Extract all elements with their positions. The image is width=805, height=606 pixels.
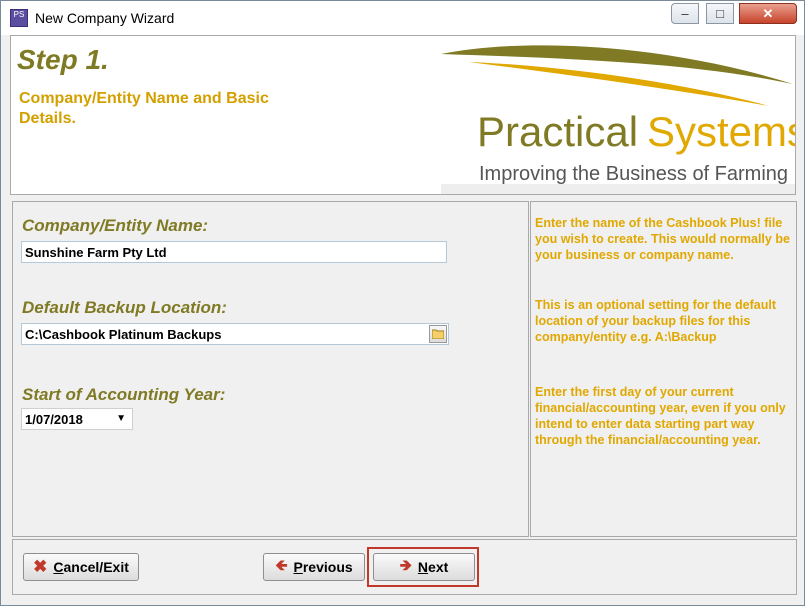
backup-location-input[interactable]: [21, 323, 449, 345]
cancel-icon: ✖: [33, 557, 48, 576]
accounting-year-select[interactable]: 1/07/2018 ▼: [21, 408, 133, 430]
help-accounting-year: Enter the first day of your current fina…: [535, 385, 786, 447]
title-bar[interactable]: PS New Company Wizard – □ ✕: [1, 1, 804, 35]
step-subtitle: Company/Entity Name and Basic Details.: [19, 90, 269, 127]
folder-icon: [432, 329, 444, 339]
company-name-label: Company/Entity Name:: [22, 216, 209, 235]
logo-tagline: Improving the Business of Farming: [479, 163, 788, 185]
cancel-exit-button[interactable]: ✖ Cancel/Exit: [23, 553, 139, 581]
window-title: New Company Wizard: [35, 10, 175, 26]
default-button-focus-frame: [367, 547, 479, 587]
company-name-input[interactable]: [21, 241, 447, 263]
cancel-exit-label: Cancel/Exit: [53, 559, 129, 575]
new-company-wizard-window: PS New Company Wizard – □ ✕ Step 1. Comp…: [0, 0, 805, 606]
accounting-year-value: 1/07/2018: [25, 412, 83, 427]
accounting-year-label: Start of Accounting Year:: [22, 385, 226, 404]
step-title: Step 1.: [17, 44, 109, 75]
previous-button[interactable]: 🡸 Previous: [263, 553, 365, 581]
minimize-button[interactable]: –: [671, 3, 699, 24]
backup-location-label: Default Backup Location:: [22, 298, 227, 317]
browse-folder-button[interactable]: [429, 325, 447, 343]
minimize-icon: –: [681, 6, 689, 21]
logo-name-systems: Systems: [647, 108, 795, 155]
previous-label: Previous: [293, 559, 353, 575]
form-panel: Company/Entity Name: Default Backup Loca…: [12, 201, 529, 537]
help-backup-location: This is an optional setting for the defa…: [535, 298, 776, 344]
logo-name-practical: Practical: [477, 108, 638, 155]
maximize-button[interactable]: □: [706, 3, 734, 24]
app-icon: PS: [10, 9, 28, 27]
help-panel: Enter the name of the Cashbook Plus! fil…: [530, 201, 797, 537]
practical-systems-logo: Practical Systems Improving the Business…: [441, 45, 795, 185]
close-button[interactable]: ✕: [739, 3, 797, 24]
help-company-name: Enter the name of the Cashbook Plus! fil…: [535, 216, 790, 262]
arrow-left-icon: 🡸: [275, 556, 288, 574]
wizard-header: Step 1. Company/Entity Name and Basic De…: [10, 35, 796, 195]
chevron-down-icon: ▼: [116, 413, 126, 424]
maximize-icon: □: [716, 6, 724, 21]
close-icon: ✕: [762, 6, 774, 21]
